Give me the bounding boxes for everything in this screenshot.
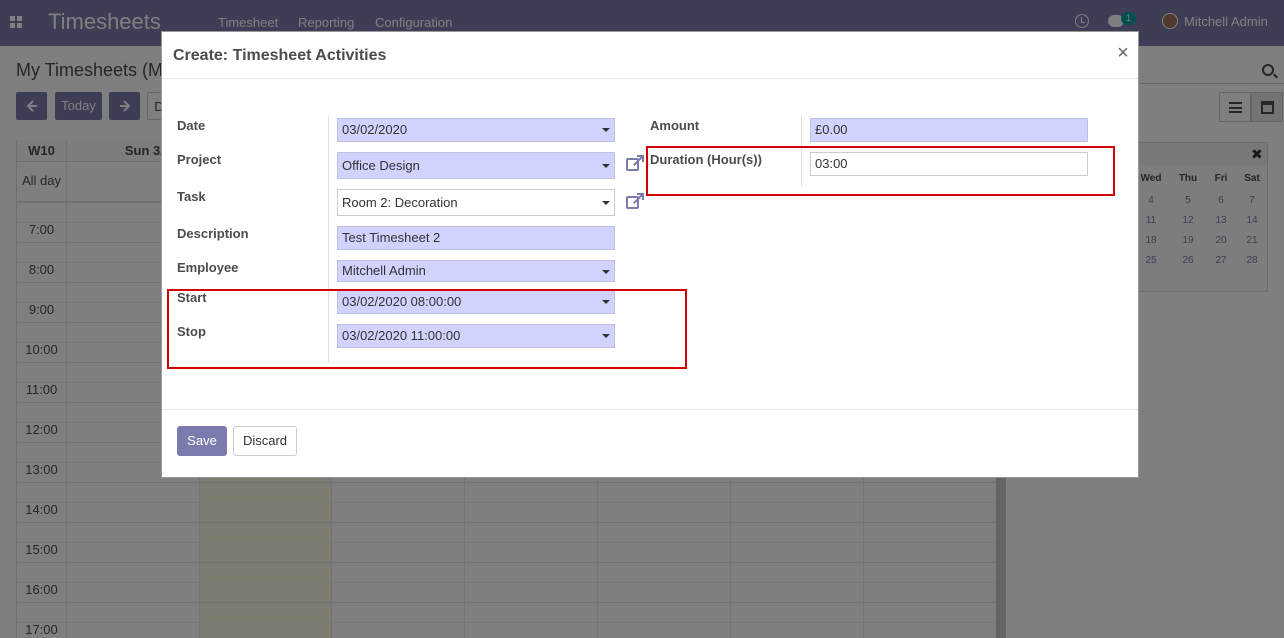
task-value: Room 2: Decoration — [342, 195, 458, 210]
save-button[interactable]: Save — [177, 426, 227, 456]
date-label: Date — [177, 118, 206, 133]
project-value: Office Design — [342, 158, 420, 173]
dialog-close-button[interactable]: × — [1115, 42, 1131, 65]
external-link-icon[interactable] — [626, 193, 644, 209]
discard-button[interactable]: Discard — [233, 426, 297, 456]
description-field[interactable]: Test Timesheet 2 — [337, 226, 615, 250]
chevron-down-icon — [602, 128, 610, 132]
duration-highlight-box — [646, 146, 1115, 196]
chevron-down-icon — [602, 164, 610, 168]
employee-field[interactable]: Mitchell Admin — [337, 260, 615, 282]
chevron-down-icon — [602, 201, 610, 205]
amount-label: Amount — [650, 118, 700, 133]
project-field[interactable]: Office Design — [337, 152, 615, 179]
description-label: Description — [177, 226, 249, 241]
footer-divider — [162, 409, 1138, 410]
project-label: Project — [177, 152, 222, 167]
date-value: 03/02/2020 — [342, 122, 408, 137]
date-field[interactable]: 03/02/2020 — [337, 118, 615, 142]
header-divider — [162, 78, 1138, 79]
start-stop-highlight-box — [167, 289, 687, 369]
task-label: Task — [177, 189, 206, 204]
task-field[interactable]: Room 2: Decoration — [337, 189, 615, 216]
external-link-icon[interactable] — [626, 155, 644, 171]
dialog-title: Create: Timesheet Activities — [173, 47, 387, 64]
create-timesheet-dialog: Create: Timesheet Activities × Date 03/0… — [161, 31, 1139, 478]
amount-field[interactable]: £0.00 — [810, 118, 1088, 142]
chevron-down-icon — [602, 270, 610, 274]
employee-label: Employee — [177, 260, 239, 275]
employee-value: Mitchell Admin — [342, 263, 426, 278]
